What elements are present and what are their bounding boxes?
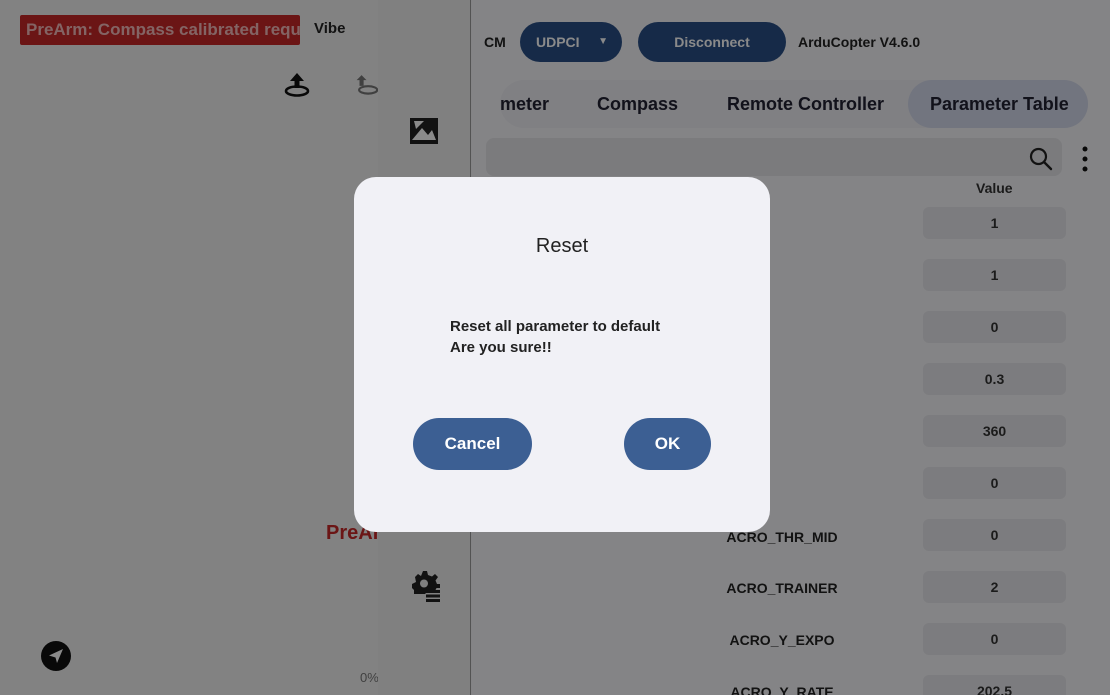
dialog-title: Reset [535,235,589,257]
reset-dialog: Reset Reset all parameter to default Are… [354,177,770,532]
dialog-message-line: Reset all parameter to default [450,318,661,335]
dialog-message: Reset all parameter to default Are you s… [450,316,660,358]
dialog-message-line: Are you sure!! [450,339,552,356]
cancel-button[interactable]: Cancel [413,418,532,470]
ok-button[interactable]: OK [624,418,711,470]
